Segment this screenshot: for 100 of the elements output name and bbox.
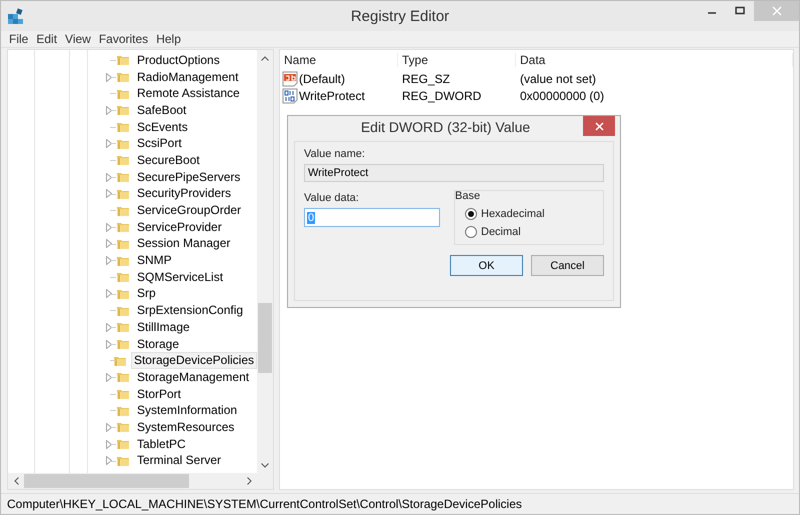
- radio-icon[interactable]: [465, 208, 477, 220]
- dialog-button[interactable]: Cancel: [531, 255, 604, 276]
- expand-arrow-icon[interactable]: [106, 106, 112, 115]
- folder-icon: [116, 238, 130, 250]
- folder-icon: [116, 254, 130, 267]
- folder-icon: [116, 338, 130, 350]
- expand-arrow-icon[interactable]: [106, 456, 112, 466]
- tree-item[interactable]: RadioManagement: [134, 68, 242, 86]
- expand-arrow-icon[interactable]: [106, 239, 112, 248]
- expand-arrow-icon[interactable]: [106, 422, 112, 432]
- tree-item[interactable]: Storage: [134, 336, 182, 353]
- folder-icon: [116, 71, 130, 84]
- radio-icon[interactable]: [465, 226, 477, 238]
- tree-item[interactable]: SQMServiceList: [134, 268, 226, 286]
- menu-item[interactable]: Edit: [32, 32, 62, 46]
- expand-arrow-icon[interactable]: [106, 289, 112, 298]
- menu-item[interactable]: Favorites: [94, 32, 152, 46]
- radio-option[interactable]: Decimal: [465, 226, 521, 238]
- folder-icon: [116, 104, 130, 116]
- menu-item[interactable]: View: [61, 32, 95, 46]
- folder-icon: [116, 54, 130, 66]
- tree-item[interactable]: StorPort: [134, 386, 184, 403]
- radio-option[interactable]: Hexadecimal: [465, 208, 545, 220]
- tree-item[interactable]: StillImage: [134, 318, 193, 336]
- folder-icon: [116, 404, 130, 417]
- close-icon: [772, 6, 782, 16]
- tree-item[interactable]: SystemInformation: [134, 402, 240, 420]
- folder-icon: [116, 171, 130, 184]
- field-label: Value name:: [304, 148, 366, 160]
- folder-icon: [116, 321, 130, 334]
- tree-item[interactable]: Remote Assistance: [134, 85, 243, 102]
- expand-arrow-icon[interactable]: [106, 372, 112, 382]
- tree-item[interactable]: ServiceProvider: [134, 218, 225, 236]
- folder-icon: [116, 421, 130, 434]
- tree-item[interactable]: TabletPC: [134, 436, 189, 453]
- tree-item[interactable]: SecureBoot: [134, 152, 203, 169]
- folder-icon: [116, 121, 130, 134]
- close-icon: [594, 122, 604, 130]
- expand-arrow-icon[interactable]: [106, 189, 112, 198]
- window-title: Registry Editor: [350, 8, 450, 25]
- tree-item[interactable]: SNMP: [134, 252, 175, 270]
- expand-arrow-icon[interactable]: [106, 256, 112, 266]
- expand-arrow-icon[interactable]: [106, 322, 112, 332]
- value-name-field[interactable]: WriteProtect: [304, 164, 604, 182]
- expand-arrow-icon[interactable]: [106, 139, 112, 148]
- folder-icon: [116, 138, 130, 150]
- folder-icon: [116, 221, 130, 234]
- tree-item[interactable]: SystemResources: [134, 418, 238, 436]
- tree-item[interactable]: Srp: [134, 285, 159, 302]
- folder-icon: [116, 88, 130, 100]
- expand-arrow-icon[interactable]: [106, 72, 112, 82]
- status-path: Computer\HKEY_LOCAL_MACHINE\SYSTEM\CurrentControlSet\Control\StorageDevicePolicies: [7, 497, 522, 511]
- folder-icon: [116, 438, 130, 450]
- value-data: 0x00000000 (0): [519, 88, 606, 102]
- tree-item[interactable]: ScsiPort: [134, 135, 185, 152]
- close-button[interactable]: [583, 116, 615, 136]
- maximize-icon: [735, 6, 745, 16]
- tree-item[interactable]: Session Manager: [134, 235, 234, 252]
- tree-item[interactable]: StorageManagement: [134, 368, 252, 386]
- value-type: REG_SZ: [401, 72, 452, 86]
- column-header[interactable]: Type: [398, 53, 516, 67]
- tree-item[interactable]: ProductOptions: [134, 52, 223, 69]
- dialog-title: Edit DWORD (32-bit) Value: [360, 119, 532, 135]
- menu-item[interactable]: File: [5, 32, 32, 46]
- folder-icon: [112, 354, 127, 367]
- tree-item[interactable]: ScEvents: [134, 118, 191, 136]
- binary-value-icon: [282, 88, 298, 104]
- folder-icon: [116, 304, 130, 317]
- tree-item[interactable]: SrpExtensionConfig: [134, 302, 246, 320]
- folder-icon: [116, 454, 130, 467]
- folder-icon: [116, 188, 130, 200]
- column-header[interactable]: Name: [280, 53, 398, 67]
- value-name[interactable]: (Default): [299, 72, 346, 86]
- expand-arrow-icon[interactable]: [106, 340, 112, 349]
- tree-item[interactable]: Terminal Server: [134, 452, 224, 470]
- expand-arrow-icon[interactable]: [106, 222, 112, 232]
- value-type: REG_DWORD: [401, 88, 482, 102]
- column-header[interactable]: Data: [516, 53, 793, 67]
- menu-item[interactable]: Help: [152, 32, 185, 46]
- expand-arrow-icon[interactable]: [106, 440, 112, 449]
- dialog-button[interactable]: OK: [450, 255, 523, 276]
- folder-icon: [116, 204, 130, 217]
- folder-icon: [116, 154, 130, 166]
- tree-item[interactable]: ServiceGroupOrder: [134, 202, 244, 220]
- tree-item[interactable]: SafeBoot: [134, 102, 190, 119]
- folder-icon: [116, 271, 130, 284]
- group-label: Base: [455, 190, 482, 202]
- tree-item[interactable]: SecurePipeServers: [134, 168, 244, 186]
- registry-cubes-icon: [7, 7, 25, 25]
- tree-item[interactable]: StorageDevicePolicies: [130, 352, 257, 370]
- scrollbar-thumb[interactable]: [24, 474, 189, 488]
- scrollbar-thumb[interactable]: [258, 303, 272, 373]
- folder-icon: [116, 288, 130, 300]
- value-name[interactable]: WriteProtect: [299, 88, 365, 102]
- folder-icon: [116, 371, 130, 384]
- expand-arrow-icon[interactable]: [106, 172, 112, 182]
- string-value-icon: [282, 70, 298, 86]
- folder-icon: [116, 388, 130, 400]
- field-label: Value data:: [304, 192, 359, 204]
- tree-item[interactable]: SecurityProviders: [134, 185, 234, 202]
